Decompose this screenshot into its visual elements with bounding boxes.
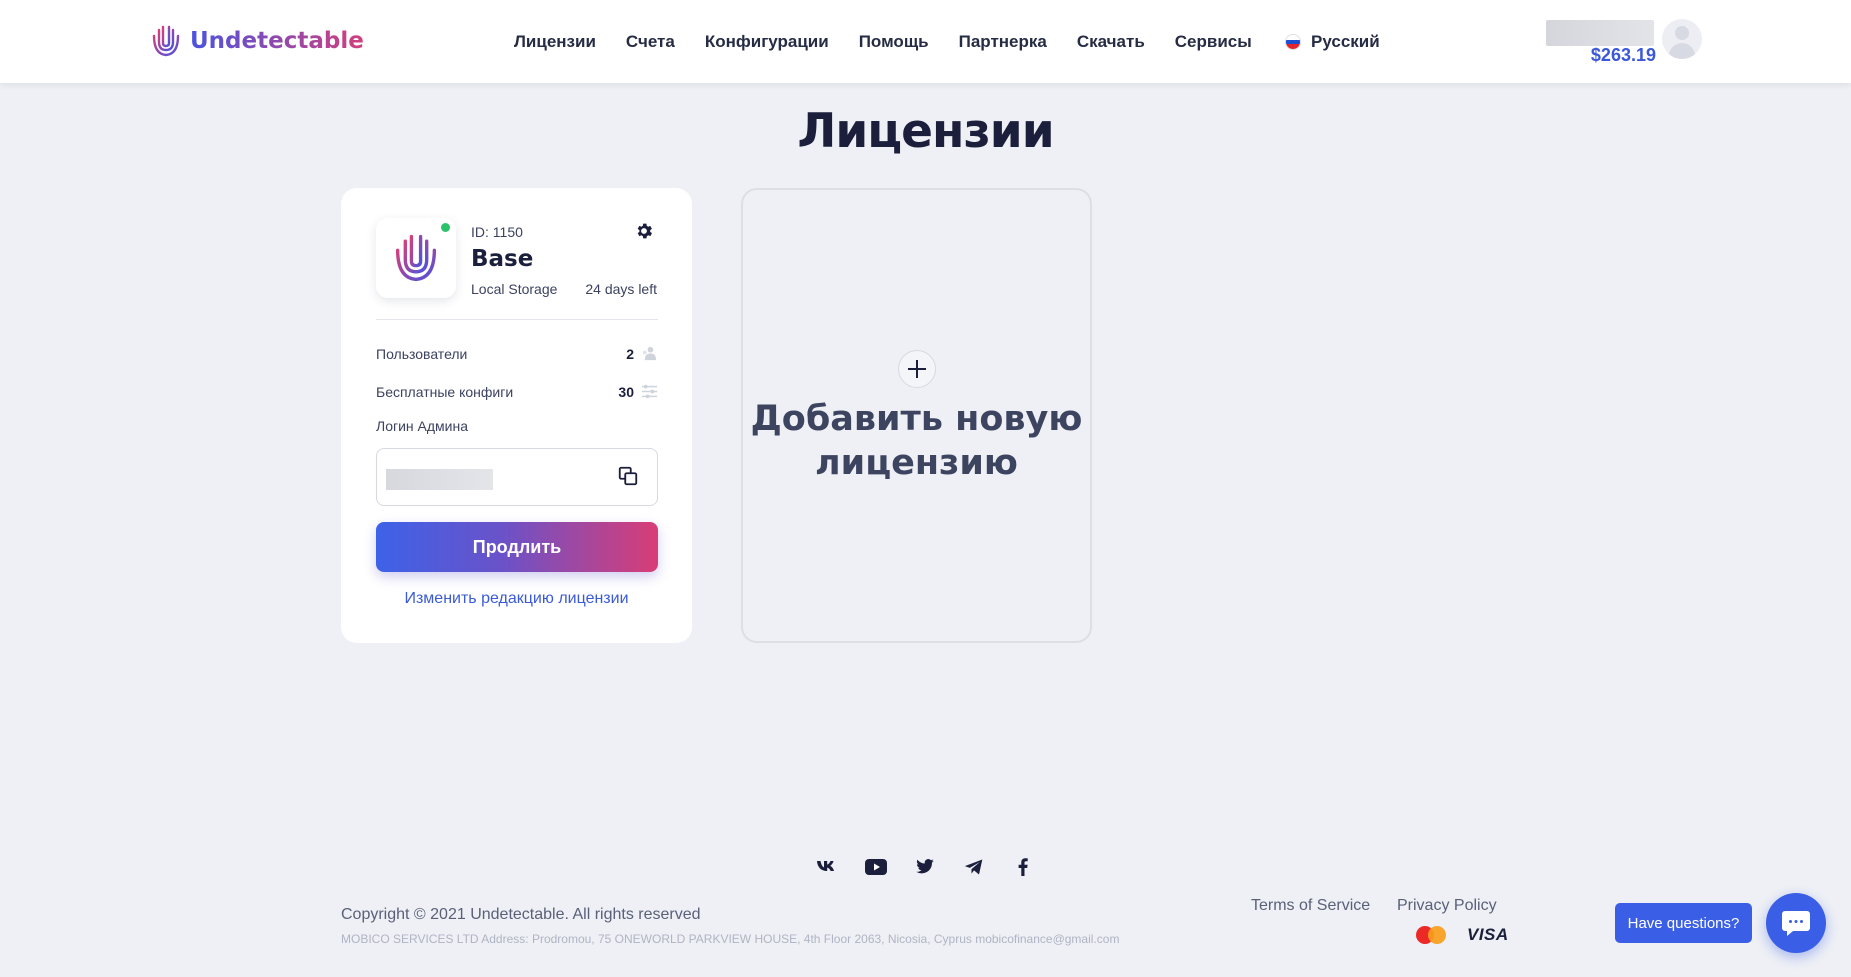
users-row: Пользователи 2 <box>376 344 658 364</box>
fingerprint-logo-icon <box>152 25 180 57</box>
copy-icon[interactable] <box>617 465 639 487</box>
brand-name: Undetectable <box>190 28 364 54</box>
nav-item-download[interactable]: Скачать <box>1077 32 1145 52</box>
license-name: Base <box>471 246 534 272</box>
nav-item-configurations[interactable]: Конфигурации <box>705 32 829 52</box>
nav-item-invoices[interactable]: Счета <box>626 32 675 52</box>
users-label: Пользователи <box>376 346 468 362</box>
language-selector[interactable]: Русский <box>1285 32 1380 52</box>
configs-row: Бесплатные конфиги 30 <box>376 382 658 402</box>
sliders-icon <box>641 384 658 399</box>
license-storage: Local Storage <box>471 281 558 297</box>
gear-icon[interactable] <box>634 221 654 241</box>
user-account[interactable]: $263.19 <box>1546 20 1656 65</box>
visa-icon: VISA <box>1467 925 1509 944</box>
chat-bubble-icon <box>1782 911 1810 936</box>
change-edition-link[interactable]: Изменить редакцию лицензии <box>341 590 692 608</box>
main-nav: Лицензии Счета Конфигурации Помощь Партн… <box>514 32 1282 52</box>
telegram-icon[interactable] <box>962 855 986 879</box>
users-icon <box>642 346 657 361</box>
license-days-left: 24 days left <box>585 281 657 297</box>
admin-login-field[interactable] <box>376 448 658 506</box>
youtube-icon[interactable] <box>864 855 888 879</box>
social-links <box>815 855 1060 879</box>
mastercard-icon <box>1416 926 1446 944</box>
terms-of-service-link[interactable]: Terms of Service <box>1251 897 1370 915</box>
top-header: Undetectable Лицензии Счета Конфигурации… <box>0 0 1851 83</box>
nav-item-services[interactable]: Сервисы <box>1175 32 1252 52</box>
license-card: ID: 1150 Base Local Storage 24 days left… <box>341 188 692 643</box>
account-balance: $263.19 <box>1590 45 1656 65</box>
company-address: MOBICO SERVICES LTD Address: Prodromou, … <box>341 932 1120 946</box>
nav-item-licenses[interactable]: Лицензии <box>514 32 596 52</box>
fingerprint-logo-icon <box>395 234 437 282</box>
admin-login-redacted <box>386 469 493 490</box>
configs-label: Бесплатные конфиги <box>376 384 514 400</box>
brand-logo[interactable]: Undetectable <box>150 24 364 58</box>
renew-button[interactable]: Продлить <box>376 522 658 572</box>
chat-button[interactable] <box>1766 893 1826 953</box>
avatar[interactable] <box>1662 19 1702 59</box>
users-value: 2 <box>626 346 634 362</box>
user-name-redacted <box>1546 20 1654 46</box>
privacy-policy-link[interactable]: Privacy Policy <box>1397 897 1497 915</box>
configs-value: 30 <box>618 384 634 400</box>
admin-login-label: Логин Админа <box>376 418 468 434</box>
language-label: Русский <box>1311 32 1380 51</box>
license-id: ID: 1150 <box>471 224 523 240</box>
nav-item-help[interactable]: Помощь <box>859 32 929 52</box>
have-questions-button[interactable]: Have questions? <box>1615 903 1752 943</box>
add-license-card[interactable]: Добавить новую лицензию <box>741 188 1092 643</box>
page-title: Лицензии <box>797 104 1054 159</box>
russia-flag-icon <box>1285 34 1301 50</box>
online-status-dot <box>441 223 450 232</box>
copyright-text: Copyright © 2021 Undetectable. All right… <box>341 906 701 923</box>
twitter-icon[interactable] <box>913 855 937 879</box>
facebook-icon[interactable] <box>1011 855 1035 879</box>
plus-icon <box>898 350 936 388</box>
vk-icon[interactable] <box>815 855 839 879</box>
card-divider <box>376 319 658 320</box>
add-license-label: Добавить новую лицензию <box>750 399 1083 483</box>
nav-item-partners[interactable]: Партнерка <box>959 32 1047 52</box>
